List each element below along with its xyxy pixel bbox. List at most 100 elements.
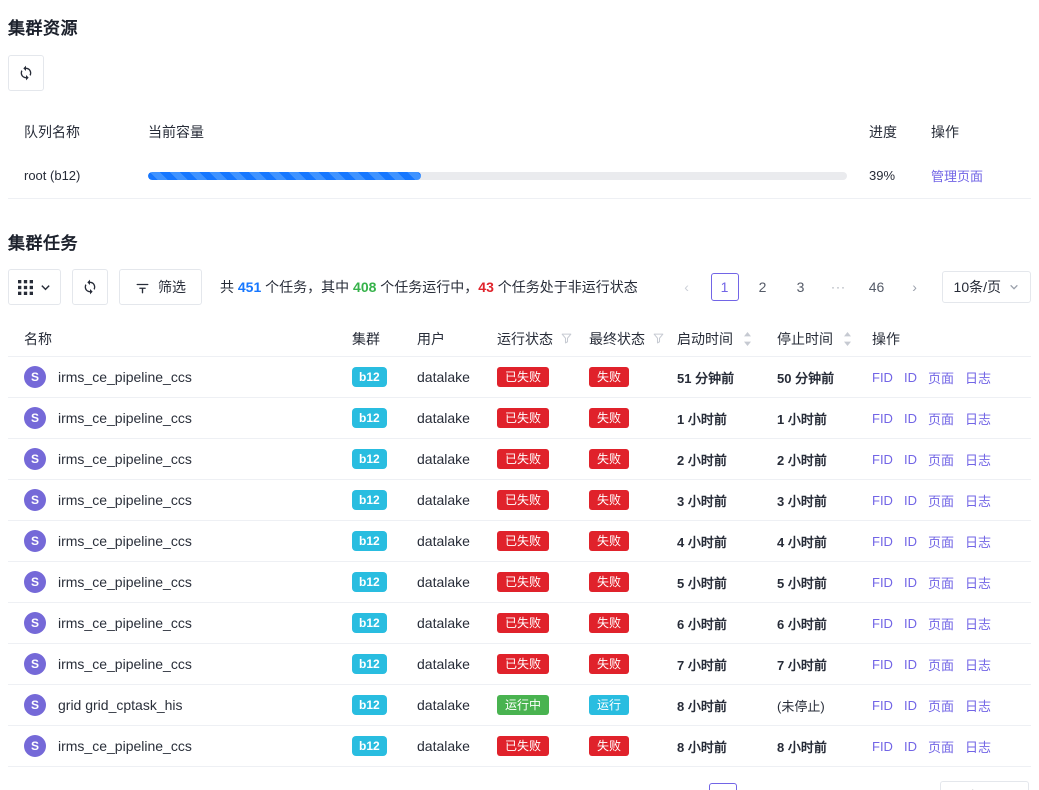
pagination-page-2[interactable]: 2 [749,273,777,301]
task-name: irms_ce_pipeline_ccs [58,615,192,631]
task-name: irms_ce_pipeline_ccs [58,492,192,508]
action-link-fid[interactable]: FID [872,493,893,508]
page-size-select[interactable]: 10条/页 [940,781,1029,790]
filter-icon [135,280,150,295]
final-status-badge: 失败 [589,572,629,592]
page-size-select[interactable]: 10条/页 [942,271,1031,303]
task-user: datalake [417,369,497,385]
action-link-id[interactable]: ID [904,698,917,713]
cluster-badge: b12 [352,449,387,469]
action-link-id[interactable]: ID [904,493,917,508]
col-header-5[interactable]: 启动时间 [677,329,777,349]
manage-page-link[interactable]: 管理页面 [931,169,983,184]
pagination-page-1[interactable]: 1 [709,783,737,790]
action-link-fid[interactable]: FID [872,370,893,385]
task-avatar: S [24,571,46,593]
action-link-fid[interactable]: FID [872,616,893,631]
action-link-日志[interactable]: 日志 [965,368,991,387]
table-row: Sirms_ce_pipeline_ccsb12datalake已失败失败51 … [8,357,1031,398]
cluster-badge: b12 [352,408,387,428]
pagination-next[interactable]: › [901,273,929,301]
col-header-1: 集群 [352,329,417,349]
tasks-refresh-button[interactable] [72,269,108,305]
pagination-page-46[interactable]: 46 [861,783,889,790]
action-link-fid[interactable]: FID [872,657,893,672]
action-link-页面[interactable]: 页面 [928,409,954,428]
task-name: irms_ce_pipeline_ccs [58,533,192,549]
action-link-id[interactable]: ID [904,616,917,631]
action-link-日志[interactable]: 日志 [965,737,991,756]
action-link-日志[interactable]: 日志 [965,409,991,428]
action-link-日志[interactable]: 日志 [965,532,991,551]
task-table-body: Sirms_ce_pipeline_ccsb12datalake已失败失败51 … [8,357,1031,767]
pagination-page-1[interactable]: 1 [711,273,739,301]
action-link-页面[interactable]: 页面 [928,368,954,387]
action-link-页面[interactable]: 页面 [928,532,954,551]
task-user: datalake [417,697,497,713]
action-link-日志[interactable]: 日志 [965,450,991,469]
col-header-4[interactable]: 最终状态 [589,329,677,349]
action-link-日志[interactable]: 日志 [965,491,991,510]
action-link-id[interactable]: ID [904,575,917,590]
table-row: Sgrid grid_cptask_hisb12datalake运行中运行8 小… [8,685,1031,726]
action-link-页面[interactable]: 页面 [928,614,954,633]
run-status-badge: 运行中 [497,695,549,715]
action-link-页面[interactable]: 页面 [928,450,954,469]
col-header-label: 集群 [352,331,380,347]
pagination-prev[interactable]: ‹ [671,783,699,790]
col-header-7: 操作 [872,329,1031,349]
run-status-badge: 已失败 [497,613,549,633]
pagination-page-3[interactable]: 3 [787,273,815,301]
action-link-id[interactable]: ID [904,370,917,385]
pagination-page-3[interactable]: 3 [785,783,813,790]
run-status-badge: 已失败 [497,572,549,592]
action-link-日志[interactable]: 日志 [965,696,991,715]
pagination-prev[interactable]: ‹ [673,273,701,301]
resources-refresh-button[interactable] [8,55,44,91]
action-link-fid[interactable]: FID [872,411,893,426]
action-link-页面[interactable]: 页面 [928,696,954,715]
run-status-badge: 已失败 [497,408,549,428]
column-settings-button[interactable] [8,269,61,305]
stop-time: (未停止) [777,696,825,715]
action-link-fid[interactable]: FID [872,739,893,754]
col-header-6[interactable]: 停止时间 [777,329,872,349]
action-link-日志[interactable]: 日志 [965,614,991,633]
action-link-页面[interactable]: 页面 [928,573,954,592]
action-link-页面[interactable]: 页面 [928,737,954,756]
task-avatar: S [24,653,46,675]
col-header-3[interactable]: 运行状态 [497,329,589,349]
action-link-id[interactable]: ID [904,739,917,754]
action-link-页面[interactable]: 页面 [928,655,954,674]
action-link-页面[interactable]: 页面 [928,491,954,510]
resources-table-header: 队列名称 当前容量 进度 操作 [8,111,1031,153]
action-link-fid[interactable]: FID [872,534,893,549]
col-header-2: 用户 [417,329,497,349]
action-link-日志[interactable]: 日志 [965,573,991,592]
action-link-id[interactable]: ID [904,452,917,467]
pagination-page-46[interactable]: 46 [863,273,891,301]
capacity-progress-bar [148,172,847,180]
pagination-page-2[interactable]: 2 [747,783,775,790]
start-time: 5 小时前 [677,573,727,592]
sorter-icon[interactable] [843,332,852,346]
action-link-fid[interactable]: FID [872,452,893,467]
filter-funnel-icon[interactable] [560,332,573,345]
summary-count: 408 [353,279,376,295]
final-status-badge: 失败 [589,449,629,469]
filter-funnel-icon[interactable] [652,332,665,345]
action-link-id[interactable]: ID [904,411,917,426]
start-time: 3 小时前 [677,491,727,510]
sorter-icon[interactable] [743,332,752,346]
chevron-down-icon [1009,282,1019,292]
filter-button[interactable]: 筛选 [119,269,202,305]
action-link-id[interactable]: ID [904,657,917,672]
pagination-next[interactable]: › [899,783,927,790]
action-link-日志[interactable]: 日志 [965,655,991,674]
action-link-id[interactable]: ID [904,534,917,549]
table-row: Sirms_ce_pipeline_ccsb12datalake已失败失败5 小… [8,562,1031,603]
action-link-fid[interactable]: FID [872,698,893,713]
queue-name: root (b12) [8,168,148,183]
filter-button-label: 筛选 [158,277,186,297]
action-link-fid[interactable]: FID [872,575,893,590]
